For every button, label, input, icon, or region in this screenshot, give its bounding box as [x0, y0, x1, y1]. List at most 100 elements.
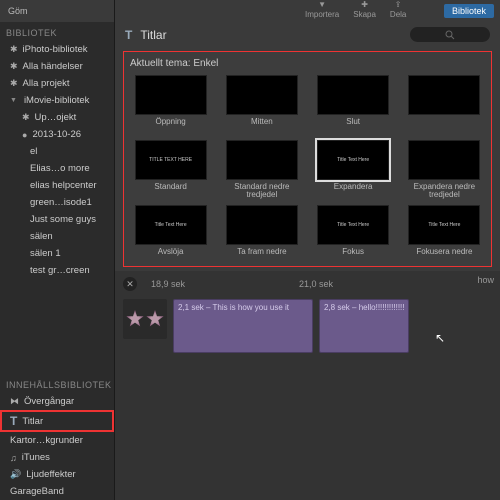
sidebar-item-salen1[interactable]: sälen 1: [0, 245, 114, 262]
title-tile[interactable]: Slut: [313, 75, 394, 134]
sidebar-item-elias[interactable]: Elias…o more: [0, 160, 114, 177]
contentlib-label: GarageBand: [10, 486, 64, 497]
title-tile[interactable]: [404, 75, 485, 134]
sidebar-item-imovie[interactable]: ▼ iMovie-bibliotek: [0, 92, 114, 109]
contentlib-label: Titlar: [22, 416, 43, 427]
contentlib-section-label: INNEHÅLLSBIBLIOTEK: [0, 374, 114, 393]
sidebar-item-upojekt[interactable]: ✱Up…ojekt: [0, 109, 114, 126]
title-tile[interactable]: Ta fram nedre: [221, 205, 302, 264]
star-icon: [146, 310, 164, 328]
star-icon: ✱: [10, 78, 18, 89]
timeline[interactable]: how ✕ 18,9 sek 21,0 sek 2,1 sek – This i…: [115, 271, 500, 500]
share-button[interactable]: ⇪Dela: [390, 0, 406, 19]
sidebar-label: iMovie-bibliotek: [24, 95, 89, 106]
star-icon: [126, 310, 144, 328]
title-thumb: TITLE TEXT HERE: [135, 140, 207, 180]
create-button[interactable]: ✚Skapa: [353, 0, 376, 19]
dot-icon: ●: [22, 130, 27, 140]
titles-icon: T: [10, 414, 17, 428]
title-thumb: [226, 75, 298, 115]
title-thumb: [226, 140, 298, 180]
title-tile[interactable]: Standard nedre tredjedel: [221, 140, 302, 199]
sidebar-label: Alla händelser: [23, 61, 83, 72]
share-icon: ⇪: [395, 0, 402, 9]
sidebar-item-date[interactable]: ●2013-10-26: [0, 126, 114, 143]
contentlib-maps[interactable]: Kartor…kgrunder: [0, 432, 114, 449]
sidebar-label: Just some guys: [30, 214, 96, 225]
sound-icon: 🔊: [10, 469, 21, 480]
close-match-button[interactable]: ✕: [123, 277, 137, 291]
chevron-down-icon: ▼: [10, 97, 17, 104]
theme-label: Aktuellt tema: Enkel: [130, 58, 485, 69]
library-section-label: BIBLIOTEK: [0, 22, 114, 41]
sidebar-item-green[interactable]: green…isode1: [0, 194, 114, 211]
contentlib-garageband[interactable]: GarageBand: [0, 483, 114, 500]
title-tile[interactable]: Title Text Here Fokusera nedre: [404, 205, 485, 264]
sidebar-item-guys[interactable]: Just some guys: [0, 211, 114, 228]
library-button[interactable]: Bibliotek: [444, 4, 494, 18]
transition-clip[interactable]: [123, 299, 167, 339]
title-thumb: [317, 75, 389, 115]
title-thumb: [408, 140, 480, 180]
title-label: Standard nedre tredjedel: [221, 183, 302, 199]
title-tile[interactable]: Expandera nedre tredjedel: [404, 140, 485, 199]
titles-header: Titlar: [140, 28, 402, 42]
video-clip[interactable]: 2,8 sek – hello!!!!!!!!!!!!!: [319, 299, 409, 353]
title-thumb: [135, 75, 207, 115]
title-thumb: Title Text Here: [317, 140, 389, 180]
sidebar-item-helpcenter[interactable]: elias helpcenter: [0, 177, 114, 194]
sidebar-label: Elias…o more: [30, 163, 90, 174]
title-label: Fokus: [342, 248, 364, 264]
titles-icon: T: [125, 28, 132, 42]
sidebar-item-iphoto[interactable]: ✱iPhoto-bibliotek: [0, 41, 114, 58]
contentlib-label: Övergångar: [24, 396, 74, 407]
contentlib-titles[interactable]: T Titlar: [0, 410, 114, 432]
title-thumb: Title Text Here: [135, 205, 207, 245]
search-input[interactable]: [410, 27, 490, 42]
sidebar-label: el: [30, 146, 37, 157]
sidebar-item-el[interactable]: el: [0, 143, 114, 160]
title-thumb: Title Text Here: [317, 205, 389, 245]
plus-icon: ✚: [361, 0, 368, 9]
transitions-icon: ⧓: [10, 396, 19, 407]
sidebar-label: test gr…creen: [30, 265, 90, 276]
sidebar-item-projects[interactable]: ✱ Alla projekt: [0, 75, 114, 92]
title-tile[interactable]: Öppning: [130, 75, 211, 134]
music-icon: ♫: [10, 453, 17, 463]
contentlib-sfx[interactable]: 🔊 Ljudeffekter: [0, 466, 114, 483]
title-tile[interactable]: Mitten: [221, 75, 302, 134]
contentlib-label: Ljudeffekter: [26, 469, 75, 480]
title-label: Avslöja: [158, 248, 184, 264]
contentlib-itunes[interactable]: ♫iTunes: [0, 449, 114, 466]
sidebar-item-events[interactable]: ✱ Alla händelser: [0, 58, 114, 75]
title-tile[interactable]: TITLE TEXT HERE Standard: [130, 140, 211, 199]
title-label: Standard: [154, 183, 186, 199]
time-mark: 21,0 sek: [299, 279, 333, 289]
title-tile[interactable]: Title Text Here Avslöja: [130, 205, 211, 264]
sidebar-item-test[interactable]: test gr…creen: [0, 262, 114, 279]
titles-panel: Aktuellt tema: Enkel ÖppningMitten Slut TI…: [123, 51, 492, 267]
sidebar-item-salen[interactable]: sälen: [0, 228, 114, 245]
title-label: Slut: [346, 118, 360, 134]
sidebar-label: Alla projekt: [23, 78, 70, 89]
import-button[interactable]: ▼Importera: [305, 0, 339, 19]
title-label: Expandera nedre tredjedel: [404, 183, 485, 199]
title-label: Ta fram nedre: [237, 248, 286, 264]
sidebar-label: green…isode1: [30, 197, 92, 208]
search-icon: [445, 30, 455, 40]
contentlib-transitions[interactable]: ⧓ Övergångar: [0, 393, 114, 410]
video-clip[interactable]: 2,1 sek – This is how you use it: [173, 299, 313, 353]
title-thumb: Title Text Here: [408, 205, 480, 245]
sidebar-label: sälen: [30, 231, 53, 242]
sidebar-label: sälen 1: [30, 248, 61, 259]
sidebar-label: iPhoto-bibliotek: [23, 44, 88, 55]
contentlib-label: Kartor…kgrunder: [10, 435, 83, 446]
sidebar-label: elias helpcenter: [30, 180, 97, 191]
title-tile[interactable]: Title Text HereExpandera: [313, 140, 394, 199]
title-tile[interactable]: Title Text Here Fokus: [313, 205, 394, 264]
how-label: how: [477, 275, 494, 285]
title-label: Fokusera nedre: [416, 248, 472, 264]
title-thumb: [226, 205, 298, 245]
hide-button[interactable]: Göm: [4, 6, 32, 16]
star-icon: ✱: [10, 61, 18, 72]
